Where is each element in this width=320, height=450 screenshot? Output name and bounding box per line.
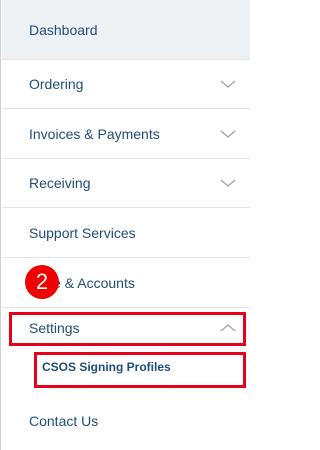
nav-item-support-services[interactable]: Support Services: [2, 208, 250, 258]
nav-item-contact-us[interactable]: Contact Us: [2, 392, 250, 450]
nav-item-label: Support Services: [29, 224, 136, 241]
highlight-box-csos: [34, 352, 246, 388]
chevron-down-icon: [220, 178, 236, 188]
nav-item-label: Invoices & Payments: [29, 125, 160, 142]
nav-item-dashboard[interactable]: Dashboard: [2, 0, 250, 60]
nav-item-label: Receiving: [29, 175, 91, 191]
chevron-down-icon: [220, 129, 236, 139]
step-badge: 2: [25, 265, 59, 299]
nav-item-ordering[interactable]: Ordering: [2, 60, 250, 109]
nav-item-label: Contact Us: [29, 413, 99, 429]
chevron-down-icon: [220, 79, 236, 89]
nav-item-label: le & Accounts: [50, 274, 135, 291]
nav-item-invoices-payments[interactable]: Invoices & Payments: [2, 109, 250, 159]
nav-item-label: Ordering: [29, 76, 84, 92]
highlight-box-settings: [9, 312, 246, 346]
nav-item-receiving[interactable]: Receiving: [2, 159, 250, 208]
nav-item-label: Dashboard: [29, 21, 98, 38]
